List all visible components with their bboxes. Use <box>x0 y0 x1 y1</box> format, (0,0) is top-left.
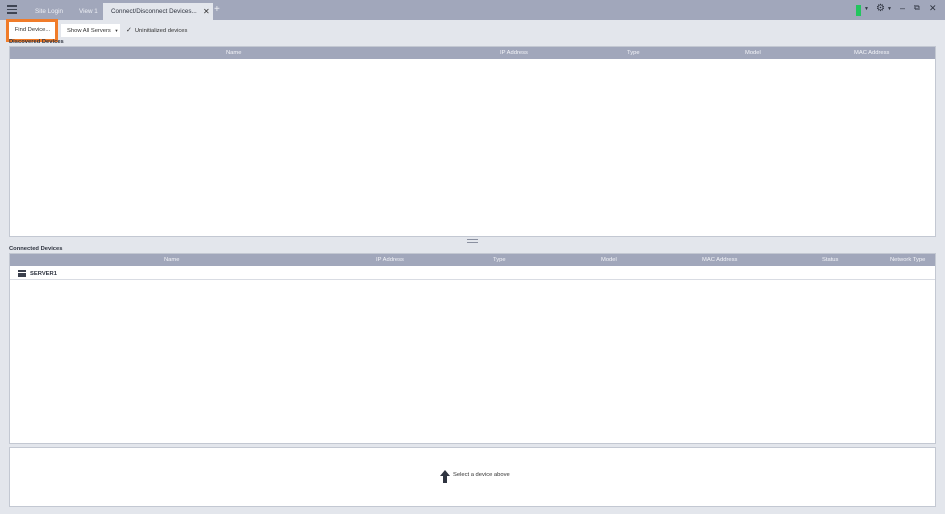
checkmark-icon: ✓ <box>126 27 132 34</box>
connected-devices-title: Connected Devices <box>9 246 63 252</box>
menu-icon[interactable] <box>7 5 18 15</box>
column-header-model[interactable]: Model <box>745 47 761 59</box>
table-header: Name IP Address Type Model MAC Address <box>10 47 935 59</box>
column-header-status[interactable]: Status <box>822 254 838 266</box>
column-header-mac-address[interactable]: MAC Address <box>702 254 737 266</box>
panel-splitter-handle[interactable] <box>467 239 478 243</box>
discovered-devices-title: Discovered Devices <box>9 39 64 45</box>
select-device-hint: Select a device above <box>453 472 510 478</box>
title-bar: Site Login View 1 Connect/Disconnect Dev… <box>0 0 945 20</box>
chevron-down-icon[interactable]: ▼ <box>864 6 869 12</box>
tab-view-1[interactable]: View 1 <box>72 3 105 20</box>
uninitialized-devices-checkbox[interactable]: ✓ Uninitialized devices <box>126 24 187 37</box>
tab-connect-disconnect-devices[interactable]: Connect/Disconnect Devices... ✕ <box>103 3 213 20</box>
table-header: Name IP Address Type Model MAC Address S… <box>10 254 935 266</box>
column-header-type[interactable]: Type <box>493 254 506 266</box>
column-header-name[interactable]: Name <box>226 47 241 59</box>
column-header-mac-address[interactable]: MAC Address <box>854 47 889 59</box>
restore-icon[interactable]: ⧉ <box>914 3 920 13</box>
chevron-down-icon: ▼ <box>114 28 119 33</box>
uninitialized-devices-label: Uninitialized devices <box>134 28 188 34</box>
find-device-button[interactable]: Find Device... <box>13 26 52 35</box>
add-tab-icon[interactable]: + <box>214 4 220 16</box>
tab-site-login[interactable]: Site Login <box>28 3 70 20</box>
show-all-servers-dropdown[interactable]: Show All Servers ▼ <box>61 24 120 37</box>
tab-close-icon[interactable]: ✕ <box>203 3 210 20</box>
discovered-devices-table[interactable]: Name IP Address Type Model MAC Address <box>9 46 936 237</box>
column-header-type[interactable]: Type <box>627 47 640 59</box>
settings-icon[interactable]: ⚙ <box>876 3 885 14</box>
arrow-up-icon <box>440 470 450 483</box>
status-indicator-icon[interactable] <box>856 5 861 16</box>
show-all-servers-label: Show All Servers <box>67 28 111 34</box>
column-header-name[interactable]: Name <box>164 254 179 266</box>
column-header-model[interactable]: Model <box>601 254 617 266</box>
connected-devices-table[interactable]: Name IP Address Type Model MAC Address S… <box>9 253 936 444</box>
chevron-down-icon[interactable]: ▼ <box>887 6 892 12</box>
table-row[interactable]: SERVER1 <box>10 268 935 280</box>
column-header-ip-address[interactable]: IP Address <box>376 254 404 266</box>
close-icon[interactable]: ✕ <box>929 3 937 14</box>
minimize-icon[interactable]: – <box>900 3 905 13</box>
server-icon <box>18 270 26 277</box>
column-header-network-type[interactable]: Network Type <box>890 254 925 266</box>
server-name: SERVER1 <box>30 271 57 277</box>
tab-label: Connect/Disconnect Devices... <box>111 8 197 15</box>
column-header-ip-address[interactable]: IP Address <box>500 47 528 59</box>
